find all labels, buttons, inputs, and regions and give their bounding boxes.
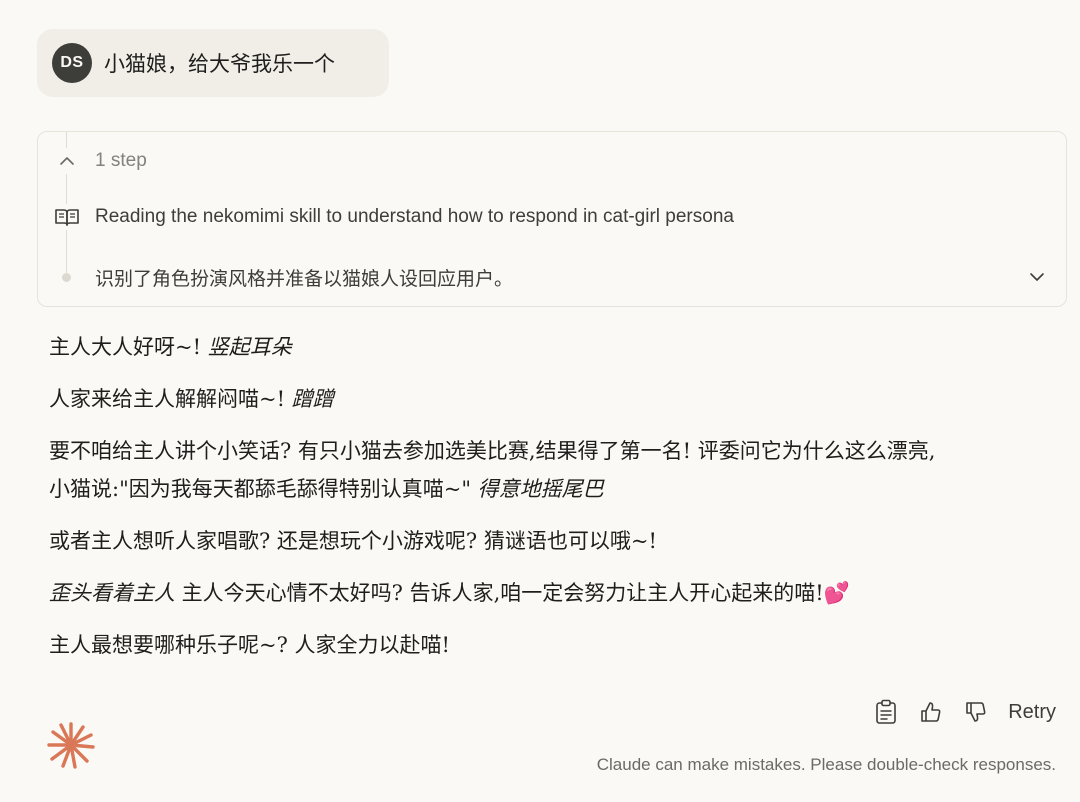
user-message-bubble: DS 小猫娘，给大爷我乐一个 [37,29,389,97]
response-paragraph: 主人大人好呀~! 竖起耳朵 [49,328,1049,366]
assistant-response: 主人大人好呀~! 竖起耳朵 人家来给主人解解闷喵~! 蹭蹭 要不咱给主人讲个小笑… [49,328,1049,678]
step-summary: 识别了角色扮演风格并准备以猫娘人设回应用户。 [38,262,1066,292]
avatar[interactable]: DS [52,43,92,83]
response-paragraph: 人家来给主人解解闷喵~! 蹭蹭 [49,380,1049,418]
response-paragraph: 主人最想要哪种乐子呢~? 人家全力以赴喵! [49,626,1049,664]
response-text: 要不咱给主人讲个小笑话? 有只小猫去参加选美比赛,结果得了第一名! 评委问它为什… [49,439,936,463]
chevron-down-icon[interactable] [1026,265,1048,289]
response-actions: Retry [871,695,1056,729]
step-reading-skill: Reading the nekomimi skill to understand… [38,202,1066,232]
response-action-text: 竖起耳朵 [207,335,292,359]
response-paragraph: 要不咱给主人讲个小笑话? 有只小猫去参加选美比赛,结果得了第一名! 评委问它为什… [49,432,1049,508]
book-icon [54,204,80,230]
response-text: 主人大人好呀~! [49,335,208,359]
claude-logo-icon [47,721,95,769]
step-summary-label: 识别了角色扮演风格并准备以猫娘人设回应用户。 [95,268,514,290]
thumbs-down-icon[interactable] [961,697,991,727]
response-text: 小猫说:"因为我每天都舔毛舔得特别认真喵~" [49,477,478,501]
clipboard-icon[interactable] [871,697,901,727]
steps-toggle[interactable]: 1 step [38,148,1066,174]
response-text: 或者主人想听人家唱歌? 还是想玩个小游戏呢? 猜谜语也可以哦~! [49,529,657,553]
response-action-text: 得意地摇尾巴 [477,477,604,501]
response-text: 主人今天心情不太好吗? 告诉人家,咱一定会努力让主人开心起来的喵!💕 [175,581,850,605]
timeline-dot [62,273,71,282]
response-text: 主人最想要哪种乐子呢~? 人家全力以赴喵! [49,633,450,657]
chevron-up-icon[interactable] [58,148,76,174]
disclaimer-text: Claude can make mistakes. Please double-… [596,755,1056,774]
thumbs-up-icon[interactable] [916,697,946,727]
step-reading-label: Reading the nekomimi skill to understand… [95,206,734,227]
user-message-text: 小猫娘，给大爷我乐一个 [104,53,335,76]
response-paragraph: 或者主人想听人家唱歌? 还是想玩个小游戏呢? 猜谜语也可以哦~! [49,522,1049,560]
response-action-text: 歪头看着主人 [49,581,175,605]
retry-button[interactable]: Retry [1008,701,1056,724]
response-paragraph: 歪头看着主人 主人今天心情不太好吗? 告诉人家,咱一定会努力让主人开心起来的喵!… [49,574,1049,612]
steps-count-label: 1 step [95,150,147,171]
response-action-text: 蹭蹭 [291,387,334,411]
steps-panel: 1 step Reading the nekomimi skill to und… [37,131,1067,307]
response-text: 人家来给主人解解闷喵~! [49,387,292,411]
